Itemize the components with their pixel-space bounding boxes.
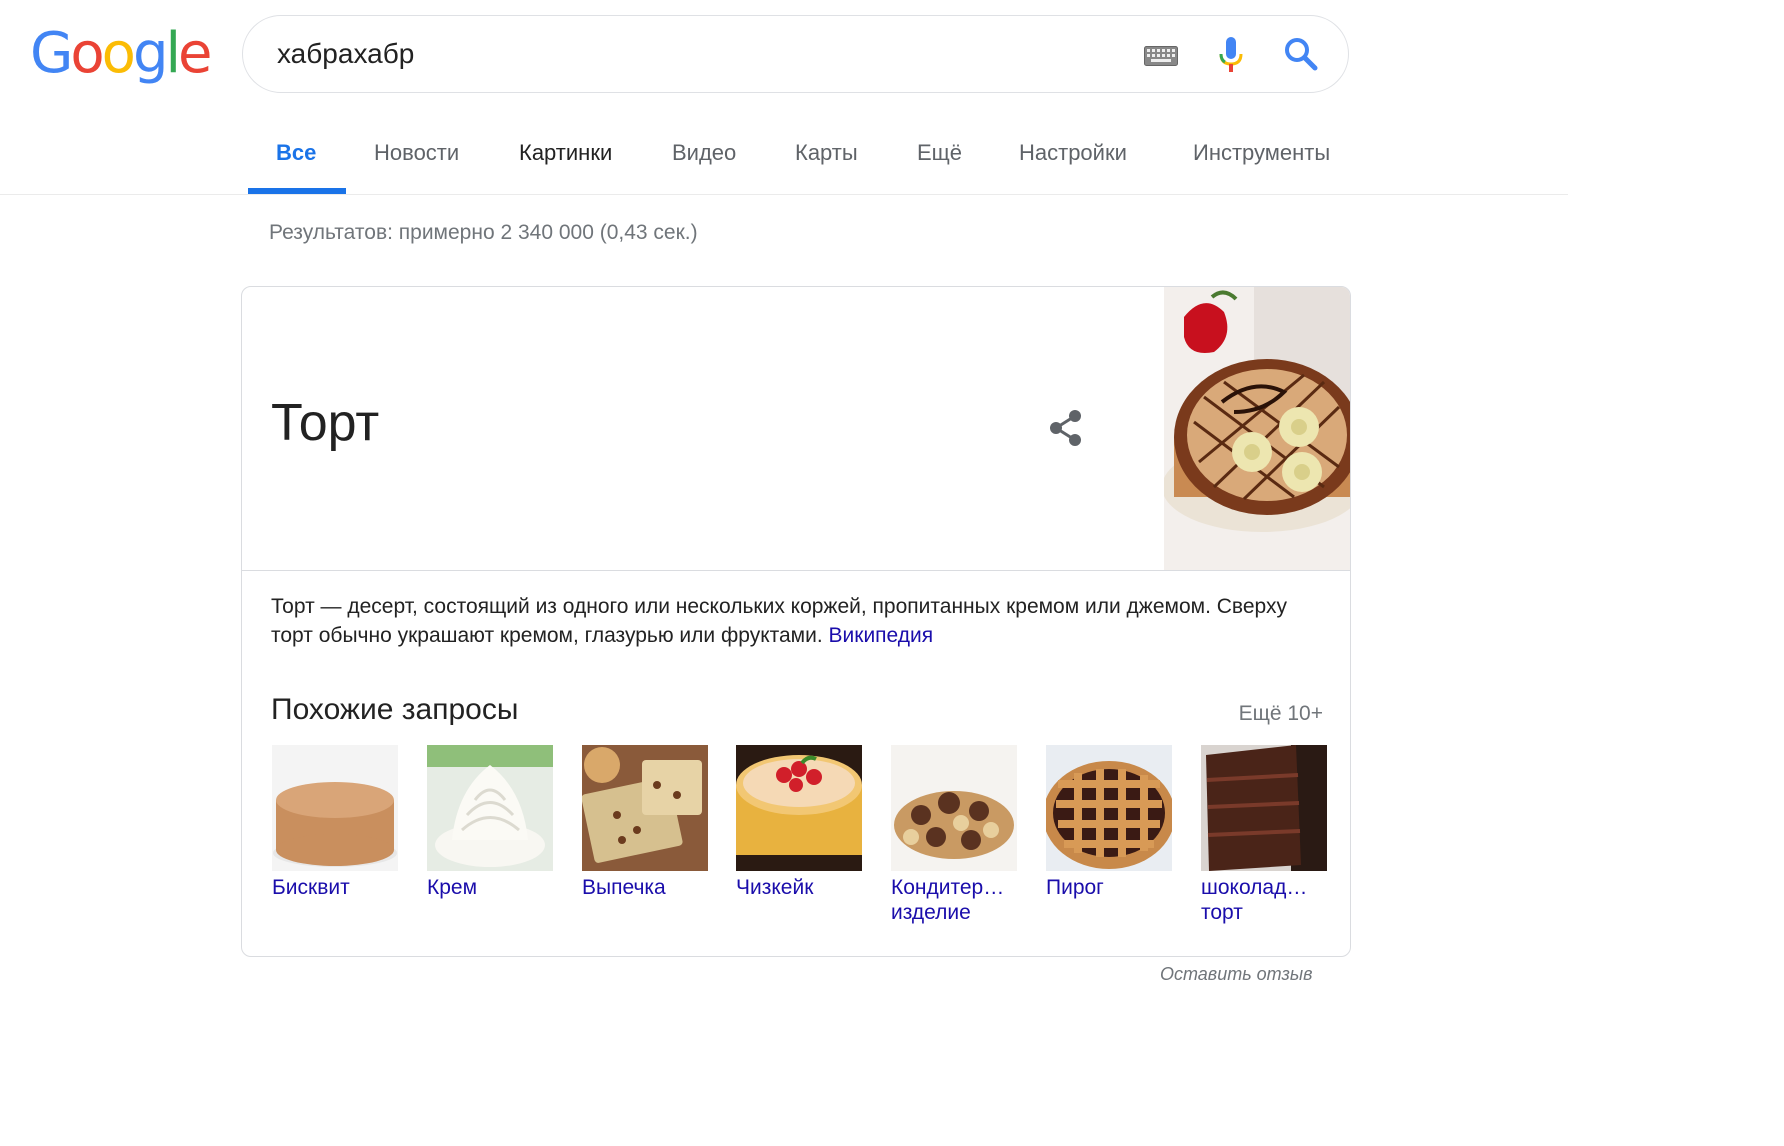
panel-description: Торт — десерт, состоящий из одного или н…	[271, 592, 1331, 650]
confectionery-image	[891, 745, 1017, 871]
description-text: Торт — десерт, состоящий из одного или н…	[271, 595, 1287, 647]
logo-letter: o	[101, 21, 136, 86]
tab-all[interactable]: Все	[276, 140, 316, 166]
related-item-confectionery[interactable]: Кондитер… изделие	[891, 745, 1019, 925]
logo-letter: o	[70, 21, 104, 86]
google-logo[interactable]: Google	[30, 21, 213, 86]
logo-letter: l	[165, 21, 180, 86]
tab-more[interactable]: Ещё	[917, 140, 962, 166]
pie-image	[1046, 745, 1172, 871]
chocolate-cake-image	[1201, 745, 1327, 871]
panel-title: Торт	[271, 394, 380, 452]
related-item-label: Крем	[427, 876, 478, 899]
related-item-cheesecake[interactable]: Чизкейк	[736, 745, 864, 900]
related-item-biscuit[interactable]: Бисквит	[272, 745, 400, 900]
share-icon[interactable]	[1046, 407, 1086, 449]
related-item-label: Пирог	[1046, 876, 1104, 899]
related-item-cream[interactable]: Крем	[427, 745, 555, 900]
cheesecake-image	[736, 745, 862, 871]
logo-letter: G	[30, 21, 73, 86]
related-item-chocolate-cake[interactable]: шоколад… торт	[1201, 745, 1329, 925]
related-item-pie[interactable]: Пирог	[1046, 745, 1174, 900]
related-item-label: Кондитер… изделие	[891, 876, 1005, 924]
related-item-label: Чизкейк	[736, 876, 814, 899]
active-tab-indicator	[248, 188, 346, 194]
search-input[interactable]	[277, 30, 1097, 78]
tab-maps[interactable]: Карты	[795, 140, 858, 166]
cream-image	[427, 745, 553, 871]
tab-settings[interactable]: Настройки	[1019, 140, 1127, 166]
tab-images[interactable]: Картинки	[519, 140, 612, 166]
wikipedia-link[interactable]: Википедия	[829, 624, 934, 647]
tab-news[interactable]: Новости	[374, 140, 459, 166]
keyboard-icon[interactable]	[1144, 46, 1178, 66]
search-icon[interactable]	[1283, 36, 1319, 72]
cake-image[interactable]	[1164, 287, 1350, 570]
related-item-label: шоколад… торт	[1201, 876, 1308, 924]
panel-header: Торт	[242, 287, 1350, 571]
mic-icon[interactable]	[1218, 36, 1244, 74]
logo-letter: g	[132, 21, 169, 86]
result-stats: Результатов: примерно 2 340 000 (0,43 се…	[269, 221, 698, 244]
feedback-link[interactable]: Оставить отзыв	[1160, 964, 1312, 985]
logo-letter: e	[178, 21, 212, 86]
pastry-image	[582, 745, 708, 871]
tab-video[interactable]: Видео	[672, 140, 736, 166]
search-tabs: Все Новости Картинки Видео Карты Ещё Нас…	[0, 120, 1568, 195]
knowledge-panel: Торт Торт — десерт, состоящий из одного …	[241, 286, 1351, 957]
related-title: Похожие запросы	[271, 693, 519, 726]
more-related-link[interactable]: Ещё 10+	[1239, 702, 1323, 726]
biscuit-image	[272, 745, 398, 871]
search-box[interactable]	[242, 15, 1349, 93]
related-item-pastry[interactable]: Выпечка	[582, 745, 710, 900]
tab-tools[interactable]: Инструменты	[1193, 140, 1330, 166]
related-item-label: Бисквит	[272, 876, 350, 899]
related-item-label: Выпечка	[582, 876, 666, 899]
